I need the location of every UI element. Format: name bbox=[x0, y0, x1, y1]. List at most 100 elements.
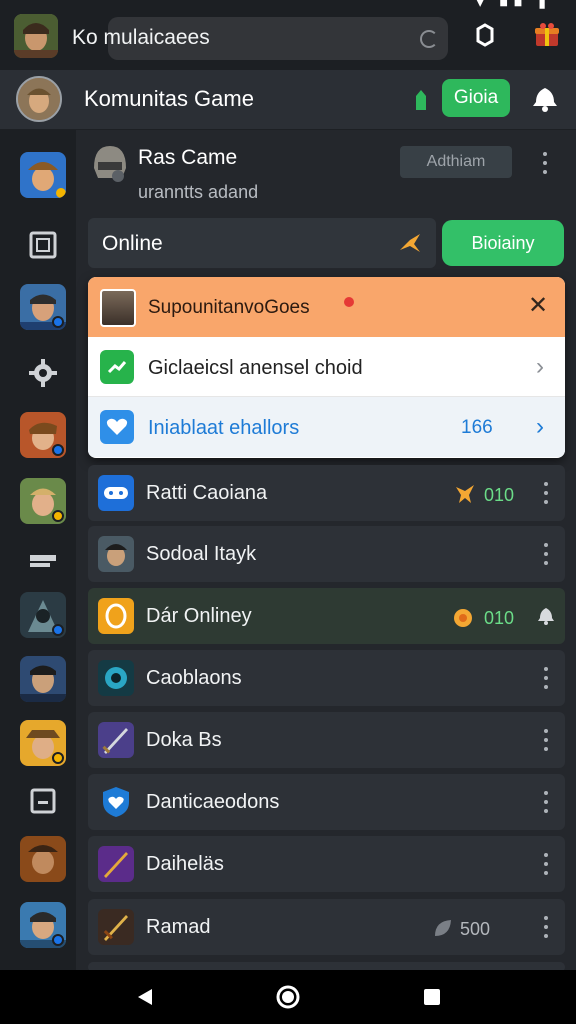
magic-sword-icon bbox=[98, 846, 134, 882]
search-text: Ko mulaicaees bbox=[72, 26, 210, 49]
gamepad-icon bbox=[98, 475, 134, 511]
list-item-label: Danticaeodons bbox=[146, 791, 280, 813]
status-icons: ▾ ■■ ▮ bbox=[476, 0, 552, 10]
heart-icon bbox=[100, 410, 134, 444]
sidebar-item-game-6[interactable] bbox=[20, 656, 66, 702]
list-item-label: Doka Bs bbox=[146, 729, 222, 751]
sidebar-item-game-7[interactable] bbox=[20, 720, 66, 766]
more-options-icon[interactable] bbox=[543, 482, 549, 504]
alert-dot bbox=[344, 297, 354, 307]
list-item-label: Sodoal Itayk bbox=[146, 543, 257, 565]
popup-header: SupounitanvoGoes ✕ bbox=[88, 277, 565, 337]
top-bar: ▾ ■■ ▮ Ko mulaicaees bbox=[0, 0, 576, 70]
gift-icon[interactable] bbox=[532, 20, 562, 50]
sidebar-item-gun-icon[interactable] bbox=[20, 538, 66, 584]
list-item[interactable]: Caoblaons bbox=[88, 650, 565, 706]
leaf-icon bbox=[432, 917, 454, 939]
popup-item-1[interactable]: Giclaeicsl anensel choid › bbox=[88, 337, 565, 397]
online-dot bbox=[52, 444, 64, 456]
system-nav-bar bbox=[0, 970, 576, 1024]
sidebar-item-game-5[interactable] bbox=[20, 592, 66, 638]
sidebar-item-settings-icon[interactable] bbox=[20, 350, 66, 396]
sword-icon bbox=[98, 909, 134, 945]
list-item[interactable]: Sodoal Itayk bbox=[88, 526, 565, 582]
chevron-right-icon: › bbox=[536, 353, 544, 380]
star-icon bbox=[398, 230, 422, 254]
more-options-icon[interactable] bbox=[543, 791, 549, 813]
popup-title: SupounitanvoGoes bbox=[148, 297, 310, 318]
avatar-icon bbox=[98, 536, 134, 572]
sidebar-item-game-1[interactable] bbox=[20, 152, 66, 198]
online-label: Online bbox=[102, 232, 163, 255]
sword-icon bbox=[98, 722, 134, 758]
sidebar-item-window-icon[interactable] bbox=[20, 778, 66, 824]
list-item-count: 500 bbox=[460, 919, 491, 939]
community-avatar[interactable] bbox=[16, 76, 62, 122]
notification-bell-icon[interactable] bbox=[530, 84, 560, 114]
home-icon[interactable] bbox=[273, 982, 303, 1012]
sidebar-item-game-3[interactable] bbox=[20, 412, 66, 458]
sidebar bbox=[0, 130, 76, 970]
coin-icon bbox=[98, 598, 134, 634]
add-button[interactable]: Adthiam bbox=[400, 146, 512, 178]
list-item-label: Caoblaons bbox=[146, 667, 242, 689]
community-header: Komunitas Game Gioia bbox=[0, 70, 576, 130]
notification-bell-icon[interactable] bbox=[536, 606, 556, 631]
chevron-right-icon: › bbox=[536, 413, 544, 440]
list-item[interactable]: Ramad 500 bbox=[88, 899, 565, 955]
sidebar-item-grid-icon[interactable] bbox=[20, 222, 66, 268]
list-item[interactable]: Dár Onliney 010 bbox=[88, 588, 565, 644]
list-item-count: 010 bbox=[484, 608, 515, 628]
list-item[interactable]: Ratti Caoiana 010 bbox=[88, 465, 565, 521]
list-item[interactable]: Danticaeodons bbox=[88, 774, 565, 830]
more-options-icon[interactable] bbox=[543, 543, 549, 565]
sidebar-item-game-2[interactable] bbox=[20, 284, 66, 330]
user-avatar[interactable] bbox=[14, 14, 58, 58]
popup-item-2-count: 166 bbox=[461, 417, 493, 438]
popup-item-2[interactable]: Iniablaat ehallors 166 › bbox=[88, 397, 565, 457]
heart-shield-icon bbox=[98, 784, 134, 820]
online-dot bbox=[52, 934, 64, 946]
online-button[interactable]: Bioiainy bbox=[442, 220, 564, 266]
list-item-label: Ratti Caoiana bbox=[146, 482, 268, 504]
list-item[interactable]: Daiheläs bbox=[88, 836, 565, 892]
online-dot bbox=[52, 316, 64, 328]
online-dot bbox=[52, 624, 64, 636]
star-icon bbox=[454, 483, 476, 505]
sidebar-item-game-8[interactable] bbox=[20, 836, 66, 882]
popup-avatar bbox=[100, 289, 136, 327]
status-icon bbox=[412, 88, 430, 110]
refresh-icon[interactable] bbox=[420, 30, 438, 48]
join-button[interactable]: Gioia bbox=[442, 79, 510, 117]
community-title: Komunitas Game bbox=[84, 86, 254, 111]
helmet-icon bbox=[88, 140, 132, 184]
more-options-icon[interactable] bbox=[543, 729, 549, 751]
status-dot bbox=[52, 510, 64, 522]
back-icon[interactable] bbox=[130, 982, 160, 1012]
list-item-count: 010 bbox=[484, 485, 515, 505]
list-item-label: Daiheläs bbox=[146, 853, 224, 875]
more-options-icon[interactable] bbox=[542, 152, 548, 174]
robot-icon bbox=[98, 660, 134, 696]
trend-icon bbox=[100, 350, 134, 384]
recents-icon[interactable] bbox=[417, 982, 447, 1012]
popup-item-2-label: Iniablaat ehallors bbox=[148, 417, 300, 439]
game-title: Ras Came bbox=[138, 146, 238, 169]
more-options-icon[interactable] bbox=[543, 916, 549, 938]
settings-icon[interactable] bbox=[470, 20, 500, 50]
list-item-label: Ramad bbox=[146, 916, 211, 938]
more-options-icon[interactable] bbox=[543, 667, 549, 689]
status-dot bbox=[52, 752, 64, 764]
online-filter[interactable]: Online bbox=[88, 218, 436, 268]
fire-icon bbox=[452, 606, 474, 628]
game-header: Ras Came uranntts adand Adthiam bbox=[86, 136, 566, 212]
close-icon[interactable]: ✕ bbox=[528, 291, 548, 320]
game-subtitle: uranntts adand bbox=[138, 182, 259, 202]
list-item-label: Dár Onliney bbox=[146, 605, 252, 627]
sidebar-item-game-4[interactable] bbox=[20, 478, 66, 524]
sidebar-item-game-9[interactable] bbox=[20, 902, 66, 948]
popup-item-1-label: Giclaeicsl anensel choid bbox=[148, 357, 363, 379]
list-item[interactable]: Doka Bs bbox=[88, 712, 565, 768]
notification-popup: SupounitanvoGoes ✕ Giclaeicsl anensel ch… bbox=[88, 277, 565, 458]
more-options-icon[interactable] bbox=[543, 853, 549, 875]
